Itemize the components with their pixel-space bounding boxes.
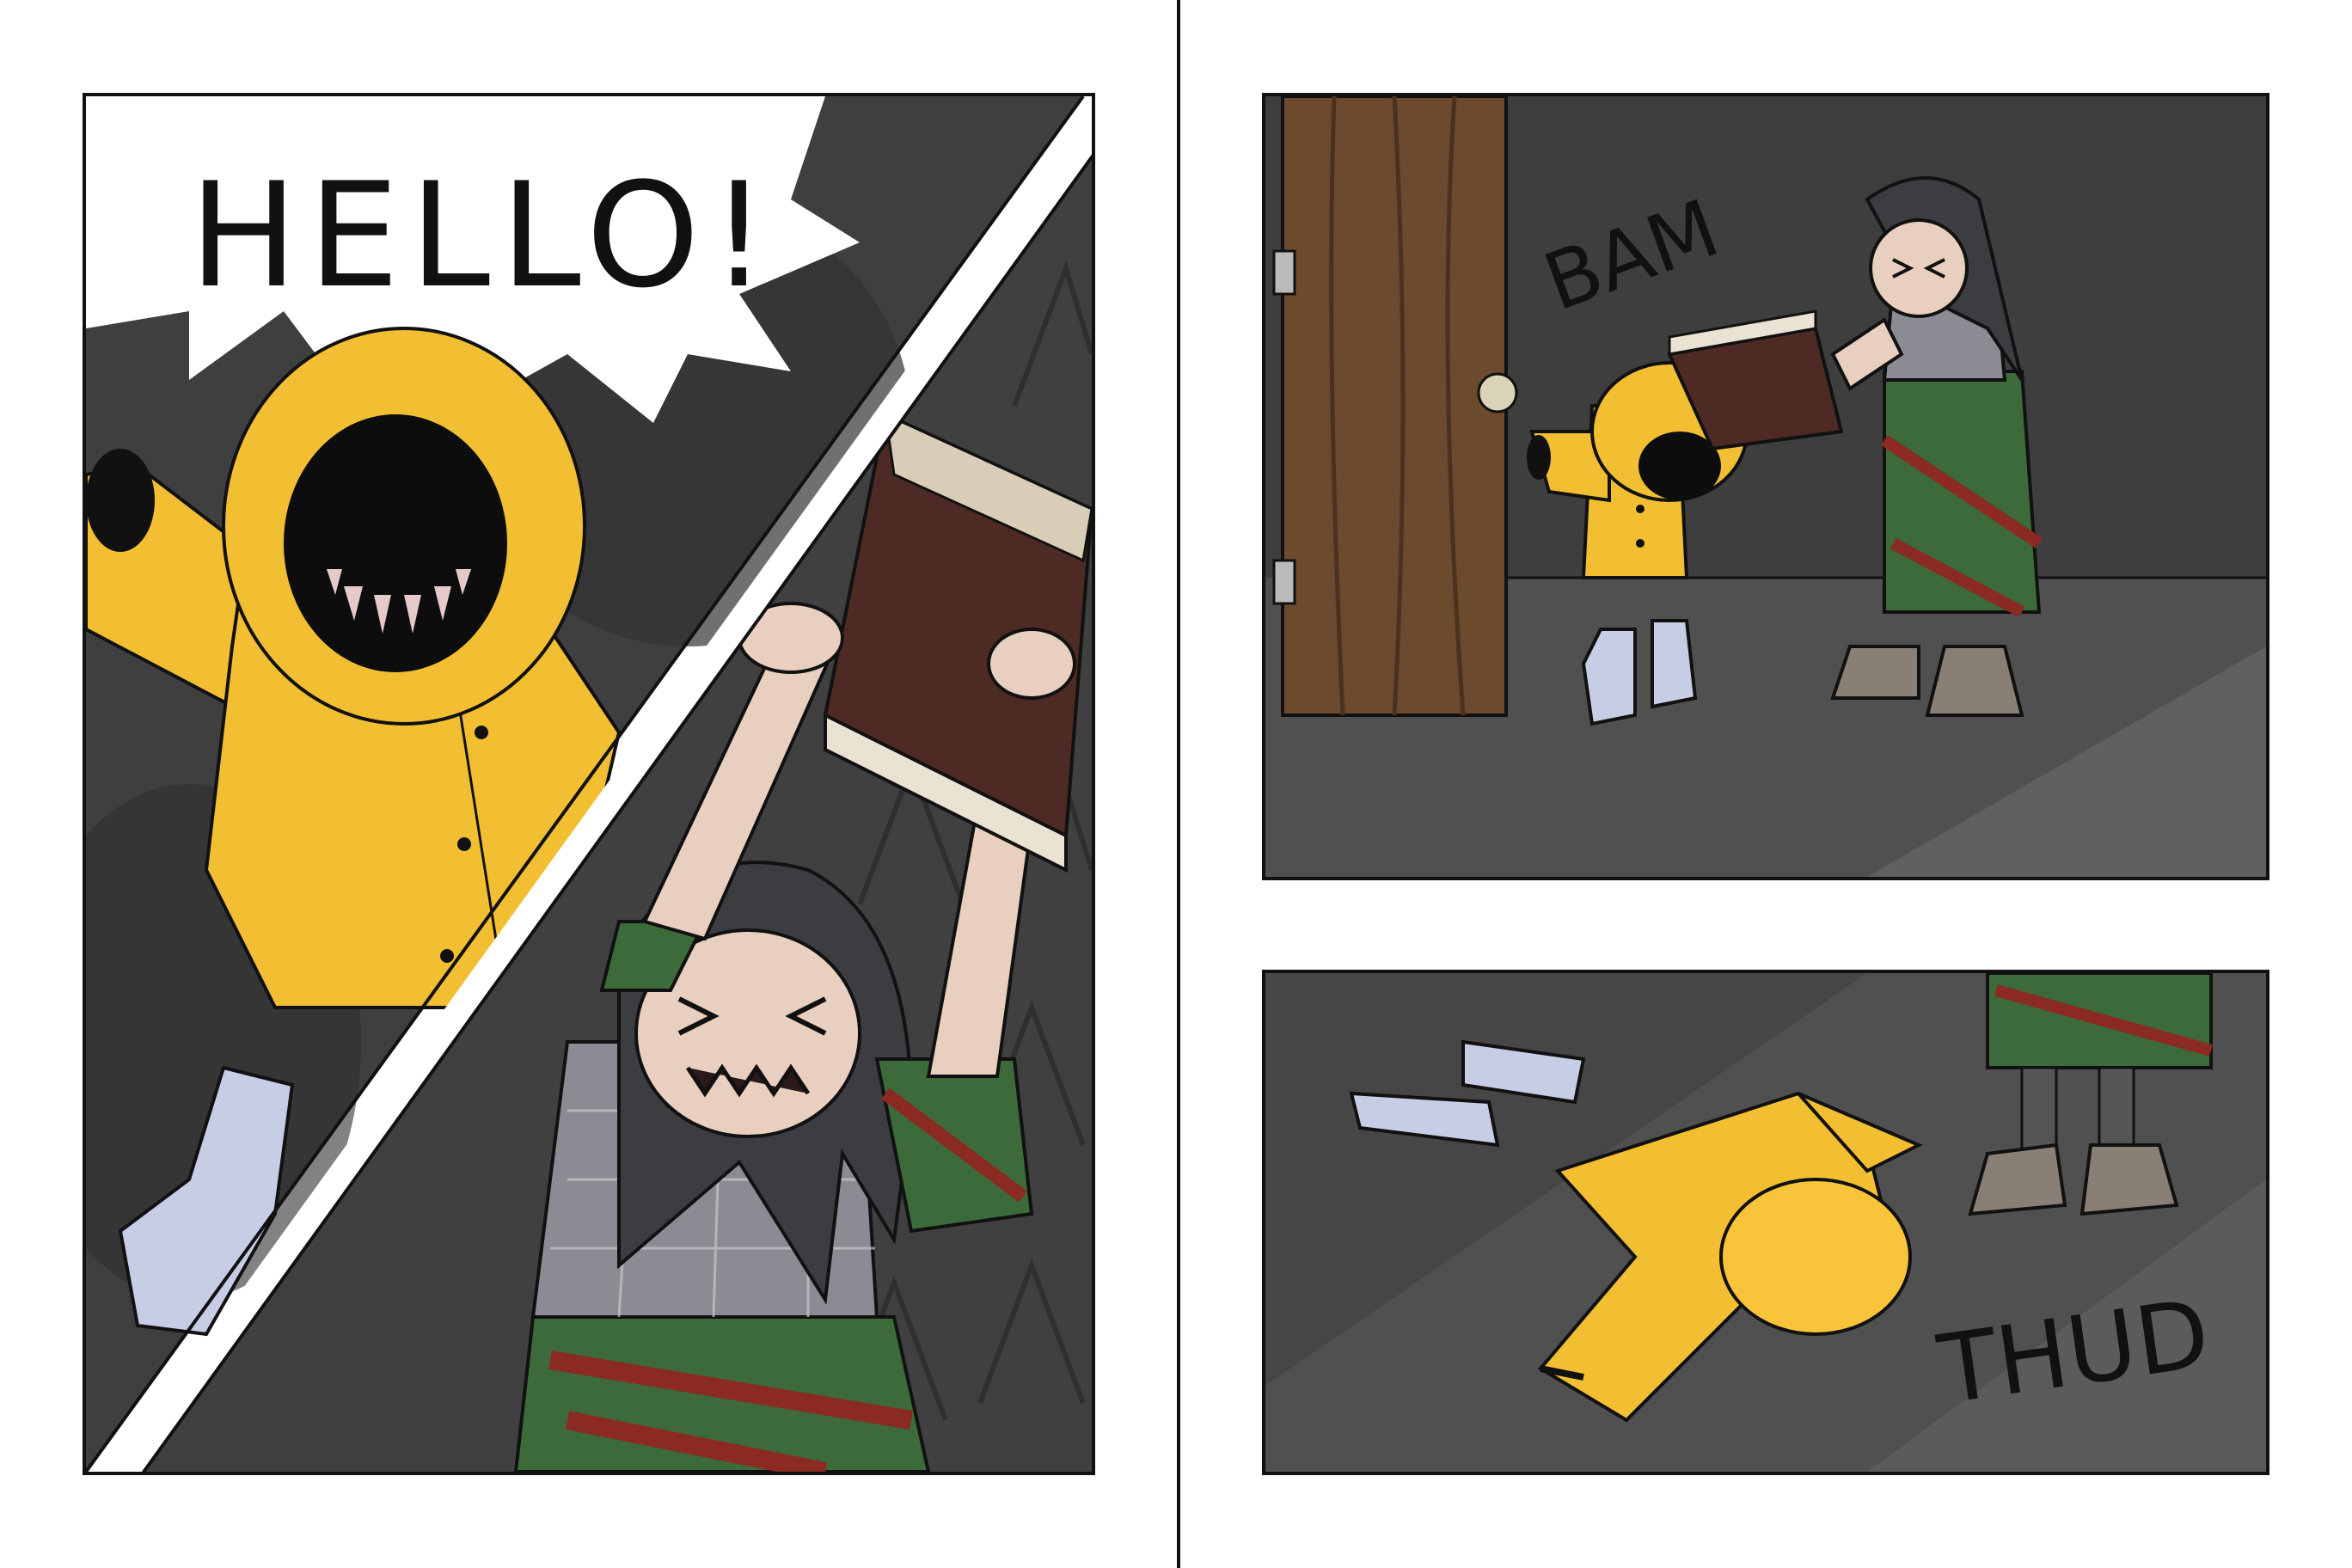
page-gutter-line xyxy=(1177,0,1180,1568)
door-knob xyxy=(1477,372,1518,413)
panel-bam: BAM xyxy=(1262,93,2269,880)
coat-button xyxy=(457,837,471,851)
panel-bam-art: BAM xyxy=(1265,96,2266,877)
panel-thud: THUD xyxy=(1262,970,2269,1475)
coat-button xyxy=(440,949,454,963)
door-hinge xyxy=(1272,249,1296,296)
panel-left-page: HELLO! xyxy=(83,93,1095,1475)
panel-thud-art: THUD xyxy=(1265,973,2266,1472)
hood-opening xyxy=(284,414,507,672)
door-hinge xyxy=(1272,559,1296,605)
speech-bubble-text: HELLO! xyxy=(189,151,778,320)
coat-button xyxy=(475,726,488,739)
panel-left-art: HELLO! xyxy=(86,96,1092,1472)
door xyxy=(1272,96,1518,717)
